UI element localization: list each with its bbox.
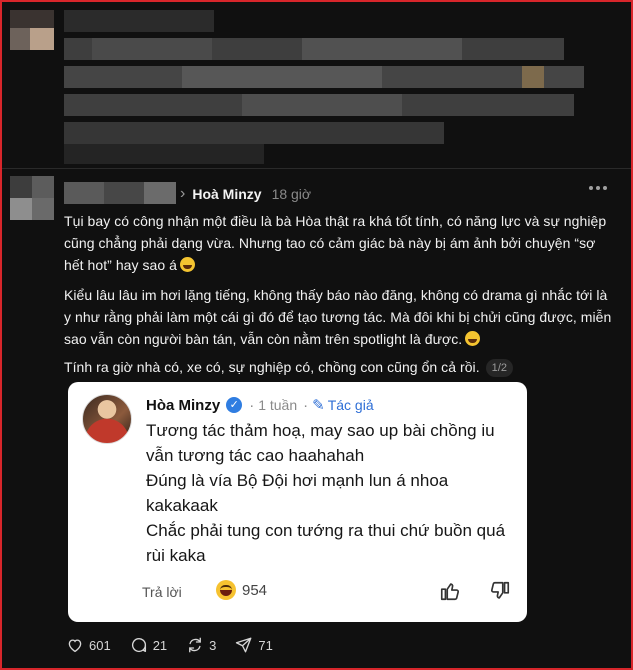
thumb-down-icon[interactable] bbox=[489, 580, 511, 602]
reaction-count: 954 bbox=[242, 581, 268, 599]
comment-count: 21 bbox=[152, 637, 168, 653]
like-count: 601 bbox=[89, 637, 111, 653]
separator: · bbox=[303, 396, 309, 414]
heart-icon bbox=[68, 639, 82, 653]
laugh-emoji-icon bbox=[216, 580, 236, 600]
reply-line: Đúng là vía Bộ Đội hơi mạnh lun á nhoa k… bbox=[146, 471, 449, 515]
repost-icon bbox=[189, 637, 202, 653]
reply-card-header: Hòa Minzy ✓ · 1 tuần · ✎ Tác giả bbox=[146, 394, 374, 416]
comment-icon bbox=[131, 637, 146, 653]
replied-to-author[interactable]: Hoà Minzy bbox=[192, 186, 261, 202]
share-button[interactable]: 71 bbox=[235, 636, 273, 654]
reply-line: Chắc phải tung con tướng ra thui chứ buồ… bbox=[146, 521, 506, 565]
comment-paragraph-1: Tụi bay có công nhận một điều là bà Hòa … bbox=[64, 213, 607, 273]
verified-icon: ✓ bbox=[226, 397, 243, 413]
more-icon[interactable] bbox=[589, 186, 607, 190]
blurred-username[interactable] bbox=[64, 182, 176, 204]
screenshot-frame: › Hoà Minzy 18 giờ Tụi bay có công nhận … bbox=[0, 0, 633, 670]
share-icon bbox=[236, 637, 252, 653]
laugh-emoji-icon bbox=[179, 257, 195, 272]
page-indicator[interactable]: 1/2 bbox=[485, 359, 514, 377]
repost-count: 3 bbox=[209, 637, 217, 653]
avatar[interactable] bbox=[82, 394, 132, 444]
like-button[interactable]: 601 bbox=[66, 636, 111, 654]
comment-paragraph-2: Kiểu lâu lâu im hơi lặng tiếng, không th… bbox=[64, 287, 612, 347]
divider bbox=[2, 168, 631, 169]
blurred-avatar[interactable] bbox=[10, 176, 54, 220]
pencil-icon: ✎ bbox=[312, 397, 325, 414]
reply-actions: Trả lời 954 bbox=[142, 580, 512, 604]
comment-paragraph-3: Tính ra giờ nhà có, xe có, sự nghiệp có,… bbox=[64, 356, 612, 378]
reaction-summary[interactable]: 954 bbox=[216, 580, 267, 600]
share-count: 71 bbox=[258, 637, 273, 653]
separator: · bbox=[249, 396, 255, 414]
reply-line: Tương tác thảm hoạ, may sao up bài chồng… bbox=[146, 421, 495, 465]
blurred-previous-post bbox=[2, 2, 631, 168]
comment-button[interactable]: 21 bbox=[130, 636, 167, 654]
author-tag: Tác giả bbox=[327, 397, 374, 413]
comment-time: 18 giờ bbox=[271, 186, 312, 202]
reply-time: 1 tuần bbox=[258, 397, 298, 413]
thumb-up-icon[interactable] bbox=[439, 580, 461, 602]
chevron-right-icon: › bbox=[180, 185, 186, 202]
laugh-emoji-icon bbox=[465, 331, 481, 346]
reply-card[interactable]: Hòa Minzy ✓ · 1 tuần · ✎ Tác giả Tương t… bbox=[68, 382, 527, 622]
repost-button[interactable]: 3 bbox=[186, 636, 216, 654]
reply-author-name[interactable]: Hòa Minzy bbox=[146, 397, 220, 414]
reply-body: Tương tác thảm hoạ, may sao up bài chồng… bbox=[146, 418, 516, 568]
reply-button[interactable]: Trả lời bbox=[142, 584, 182, 600]
comment-header: › Hoà Minzy 18 giờ bbox=[180, 184, 311, 204]
post-stats: 601 21 3 71 bbox=[66, 636, 292, 654]
